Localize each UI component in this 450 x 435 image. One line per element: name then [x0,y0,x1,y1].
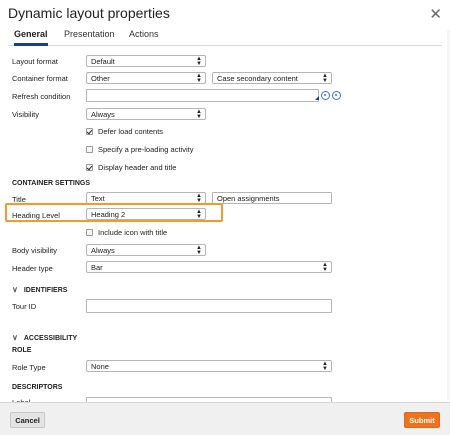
select-caret-icon: ▲ ▼ [322,361,328,372]
preloading-activity-checkbox[interactable]: Specify a pre-loading activity [86,145,193,154]
close-icon[interactable]: ✕ [429,5,442,23]
select-caret-icon: ▲ ▼ [196,209,202,220]
container-format-secondary-value: Case secondary content [217,74,298,83]
select-caret-icon: ▲ ▼ [196,56,202,67]
checkbox-box[interactable] [86,164,93,171]
display-header-label: Display header and title [98,163,177,172]
body-visibility-select[interactable]: Always ▲ ▼ [86,244,206,256]
checkbox-box[interactable] [86,229,93,236]
select-caret-icon: ▲ ▼ [322,73,328,84]
select-caret-icon: ▲ ▼ [196,73,202,84]
tab-general[interactable]: General [14,26,48,46]
refresh-condition-input[interactable] [86,89,319,102]
dialog: Dynamic layout properties ✕ General Pres… [0,0,450,435]
chevron-down-icon[interactable]: ∨ [12,333,18,342]
dialog-title: Dynamic layout properties [8,5,170,21]
visibility-label: Visibility [12,110,39,119]
accessibility-heading: ACCESSIBILITY [23,335,78,342]
tab-bar: General Presentation Actions [8,26,442,46]
select-caret-icon: ▲ ▼ [322,262,328,273]
title-text-input[interactable]: Open assignments [212,192,332,204]
container-format-secondary-select[interactable]: Case secondary content ▲ ▼ [212,72,332,84]
visibility-value: Always [91,110,115,119]
checkbox-box[interactable] [86,128,93,135]
container-format-value: Other [91,74,110,83]
layout-format-value: Default [91,57,115,66]
descriptors-heading: DESCRIPTORS [12,384,63,391]
chevron-down-icon[interactable]: ∨ [12,285,18,294]
include-icon-checkbox[interactable]: Include icon with title [86,228,167,237]
header-type-select[interactable]: Bar ▲ ▼ [86,261,332,273]
container-format-label: Container format [12,74,68,83]
heading-level-select[interactable]: Heading 2 ▲ ▼ [86,208,206,220]
role-heading: ROLE [12,347,32,354]
tab-presentation[interactable]: Presentation [64,26,115,46]
condition-builder-icon[interactable] [321,91,330,100]
layout-format-label: Layout format [12,57,58,66]
header-type-value: Bar [91,263,103,272]
identifiers-section[interactable]: ∨ IDENTIFIERS [12,285,67,294]
defer-load-label: Defer load contents [98,127,164,136]
select-caret-icon: ▲ ▼ [196,109,202,120]
role-type-value: None [91,362,109,371]
tour-id-input[interactable] [86,299,332,313]
include-icon-label: Include icon with title [98,228,168,237]
body-visibility-label: Body visibility [12,246,58,255]
heading-level-value: Heading 2 [91,210,126,219]
container-settings-heading: CONTAINER SETTINGS [12,180,91,187]
defer-load-checkbox[interactable]: Defer load contents [86,127,163,136]
tour-id-label: Tour ID [12,302,37,311]
role-type-label: Role Type [12,363,46,372]
header-type-label: Header type [12,264,53,273]
settings-gear-icon[interactable] [332,91,341,100]
identifiers-heading: IDENTIFIERS [23,287,68,294]
expand-corner-icon[interactable] [315,96,319,100]
submit-button[interactable]: Submit [404,412,440,428]
role-type-select[interactable]: None ▲ ▼ [86,360,332,372]
container-format-select[interactable]: Other ▲ ▼ [86,72,206,84]
display-header-checkbox[interactable]: Display header and title [86,163,176,172]
body-visibility-value: Always [91,246,115,255]
refresh-condition-label: Refresh condition [12,92,71,101]
visibility-select[interactable]: Always ▲ ▼ [86,108,206,120]
select-caret-icon: ▲ ▼ [196,245,202,256]
cancel-button[interactable]: Cancel [10,412,45,428]
dialog-footer: Cancel Submit [0,402,450,435]
tab-actions[interactable]: Actions [129,26,159,46]
accessibility-section[interactable]: ∨ ACCESSIBILITY [12,333,77,342]
checkbox-box[interactable] [86,146,93,153]
title-type-value: Text [91,194,105,203]
layout-format-select[interactable]: Default ▲ ▼ [86,55,206,67]
heading-level-label: Heading Level [12,211,60,220]
preloading-activity-label: Specify a pre-loading activity [98,145,194,154]
